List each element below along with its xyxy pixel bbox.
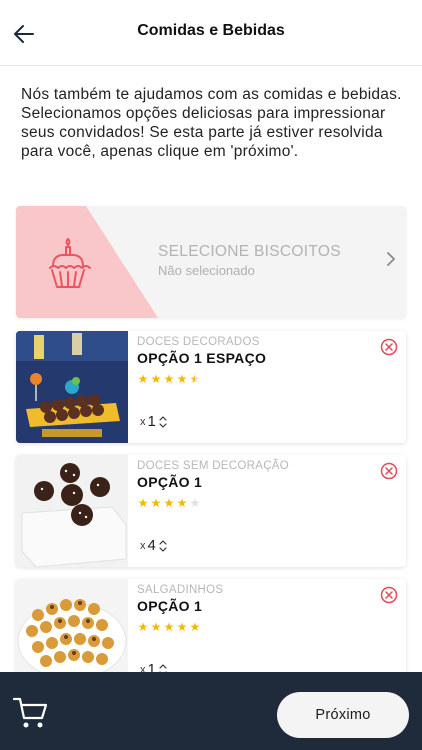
quantity-prefix: x: [140, 539, 146, 552]
quantity-value: 1: [147, 413, 156, 430]
chevron-right-icon: [387, 252, 395, 266]
remove-item-icon[interactable]: [380, 462, 398, 480]
quantity-selector: x 1: [140, 413, 168, 430]
shopping-cart-icon[interactable]: [12, 696, 48, 730]
star-icon: ★: [150, 372, 162, 386]
rating-stars: ★ ★ ★ ★ ★: [137, 620, 201, 634]
decorated-sweets-photo: [16, 331, 128, 443]
star-icon: ★: [176, 496, 188, 510]
remove-item-icon[interactable]: [380, 586, 398, 604]
star-icon: ★: [176, 372, 188, 386]
item-category: DOCES SEM DECORAÇÃO: [137, 460, 290, 472]
food-item-card: DOCES DECORADOS OPÇÃO 1 ESPAÇO ★ ★ ★ ★ ★ x 1: [16, 331, 406, 443]
star-icon: ★: [150, 620, 162, 634]
rating-stars: ★ ★ ★ ★ ★: [137, 372, 201, 386]
star-icon: ★: [189, 372, 201, 386]
bottom-bar: Próximo: [0, 672, 422, 750]
star-icon: ★: [163, 496, 175, 510]
star-icon: ★: [189, 496, 201, 510]
star-icon: ★: [150, 496, 162, 510]
quantity-value: 4: [147, 537, 156, 554]
quantity-stepper-icon[interactable]: [158, 414, 168, 430]
star-icon: ★: [137, 620, 149, 634]
biscuit-selector-title: SELECIONE BISCOITOS: [158, 243, 341, 260]
plain-sweets-photo: [16, 455, 128, 567]
quantity-prefix: x: [140, 415, 146, 428]
star-icon: ★: [163, 372, 175, 386]
quantity-selector: x 4: [140, 537, 168, 554]
intro-text: Nós também te ajudamos com as comidas e …: [21, 86, 402, 160]
item-name: OPÇÃO 1: [137, 474, 203, 490]
rating-stars: ★ ★ ★ ★ ★: [137, 496, 201, 510]
item-category: DOCES DECORADOS: [137, 336, 260, 348]
remove-item-icon[interactable]: [380, 338, 398, 356]
item-category: SALGADINHOS: [137, 584, 224, 596]
app-header: Comidas e Bebidas: [0, 0, 422, 66]
item-name: OPÇÃO 1 ESPAÇO: [137, 350, 267, 366]
star-icon: ★: [163, 620, 175, 634]
next-button[interactable]: Próximo: [277, 692, 409, 738]
select-biscuits-card[interactable]: SELECIONE BISCOITOS Não selecionado: [16, 206, 406, 318]
star-icon: ★: [189, 620, 201, 634]
star-icon: ★: [137, 372, 149, 386]
cupcake-icon: [49, 238, 91, 288]
biscuit-selector-status: Não selecionado: [158, 263, 255, 278]
item-name: OPÇÃO 1: [137, 598, 203, 614]
food-item-card: DOCES SEM DECORAÇÃO OPÇÃO 1 ★ ★ ★ ★ ★ x 4: [16, 455, 406, 567]
page-title: Comidas e Bebidas: [137, 22, 285, 39]
star-icon: ★: [176, 620, 188, 634]
star-icon: ★: [137, 496, 149, 510]
quantity-stepper-icon[interactable]: [158, 538, 168, 554]
